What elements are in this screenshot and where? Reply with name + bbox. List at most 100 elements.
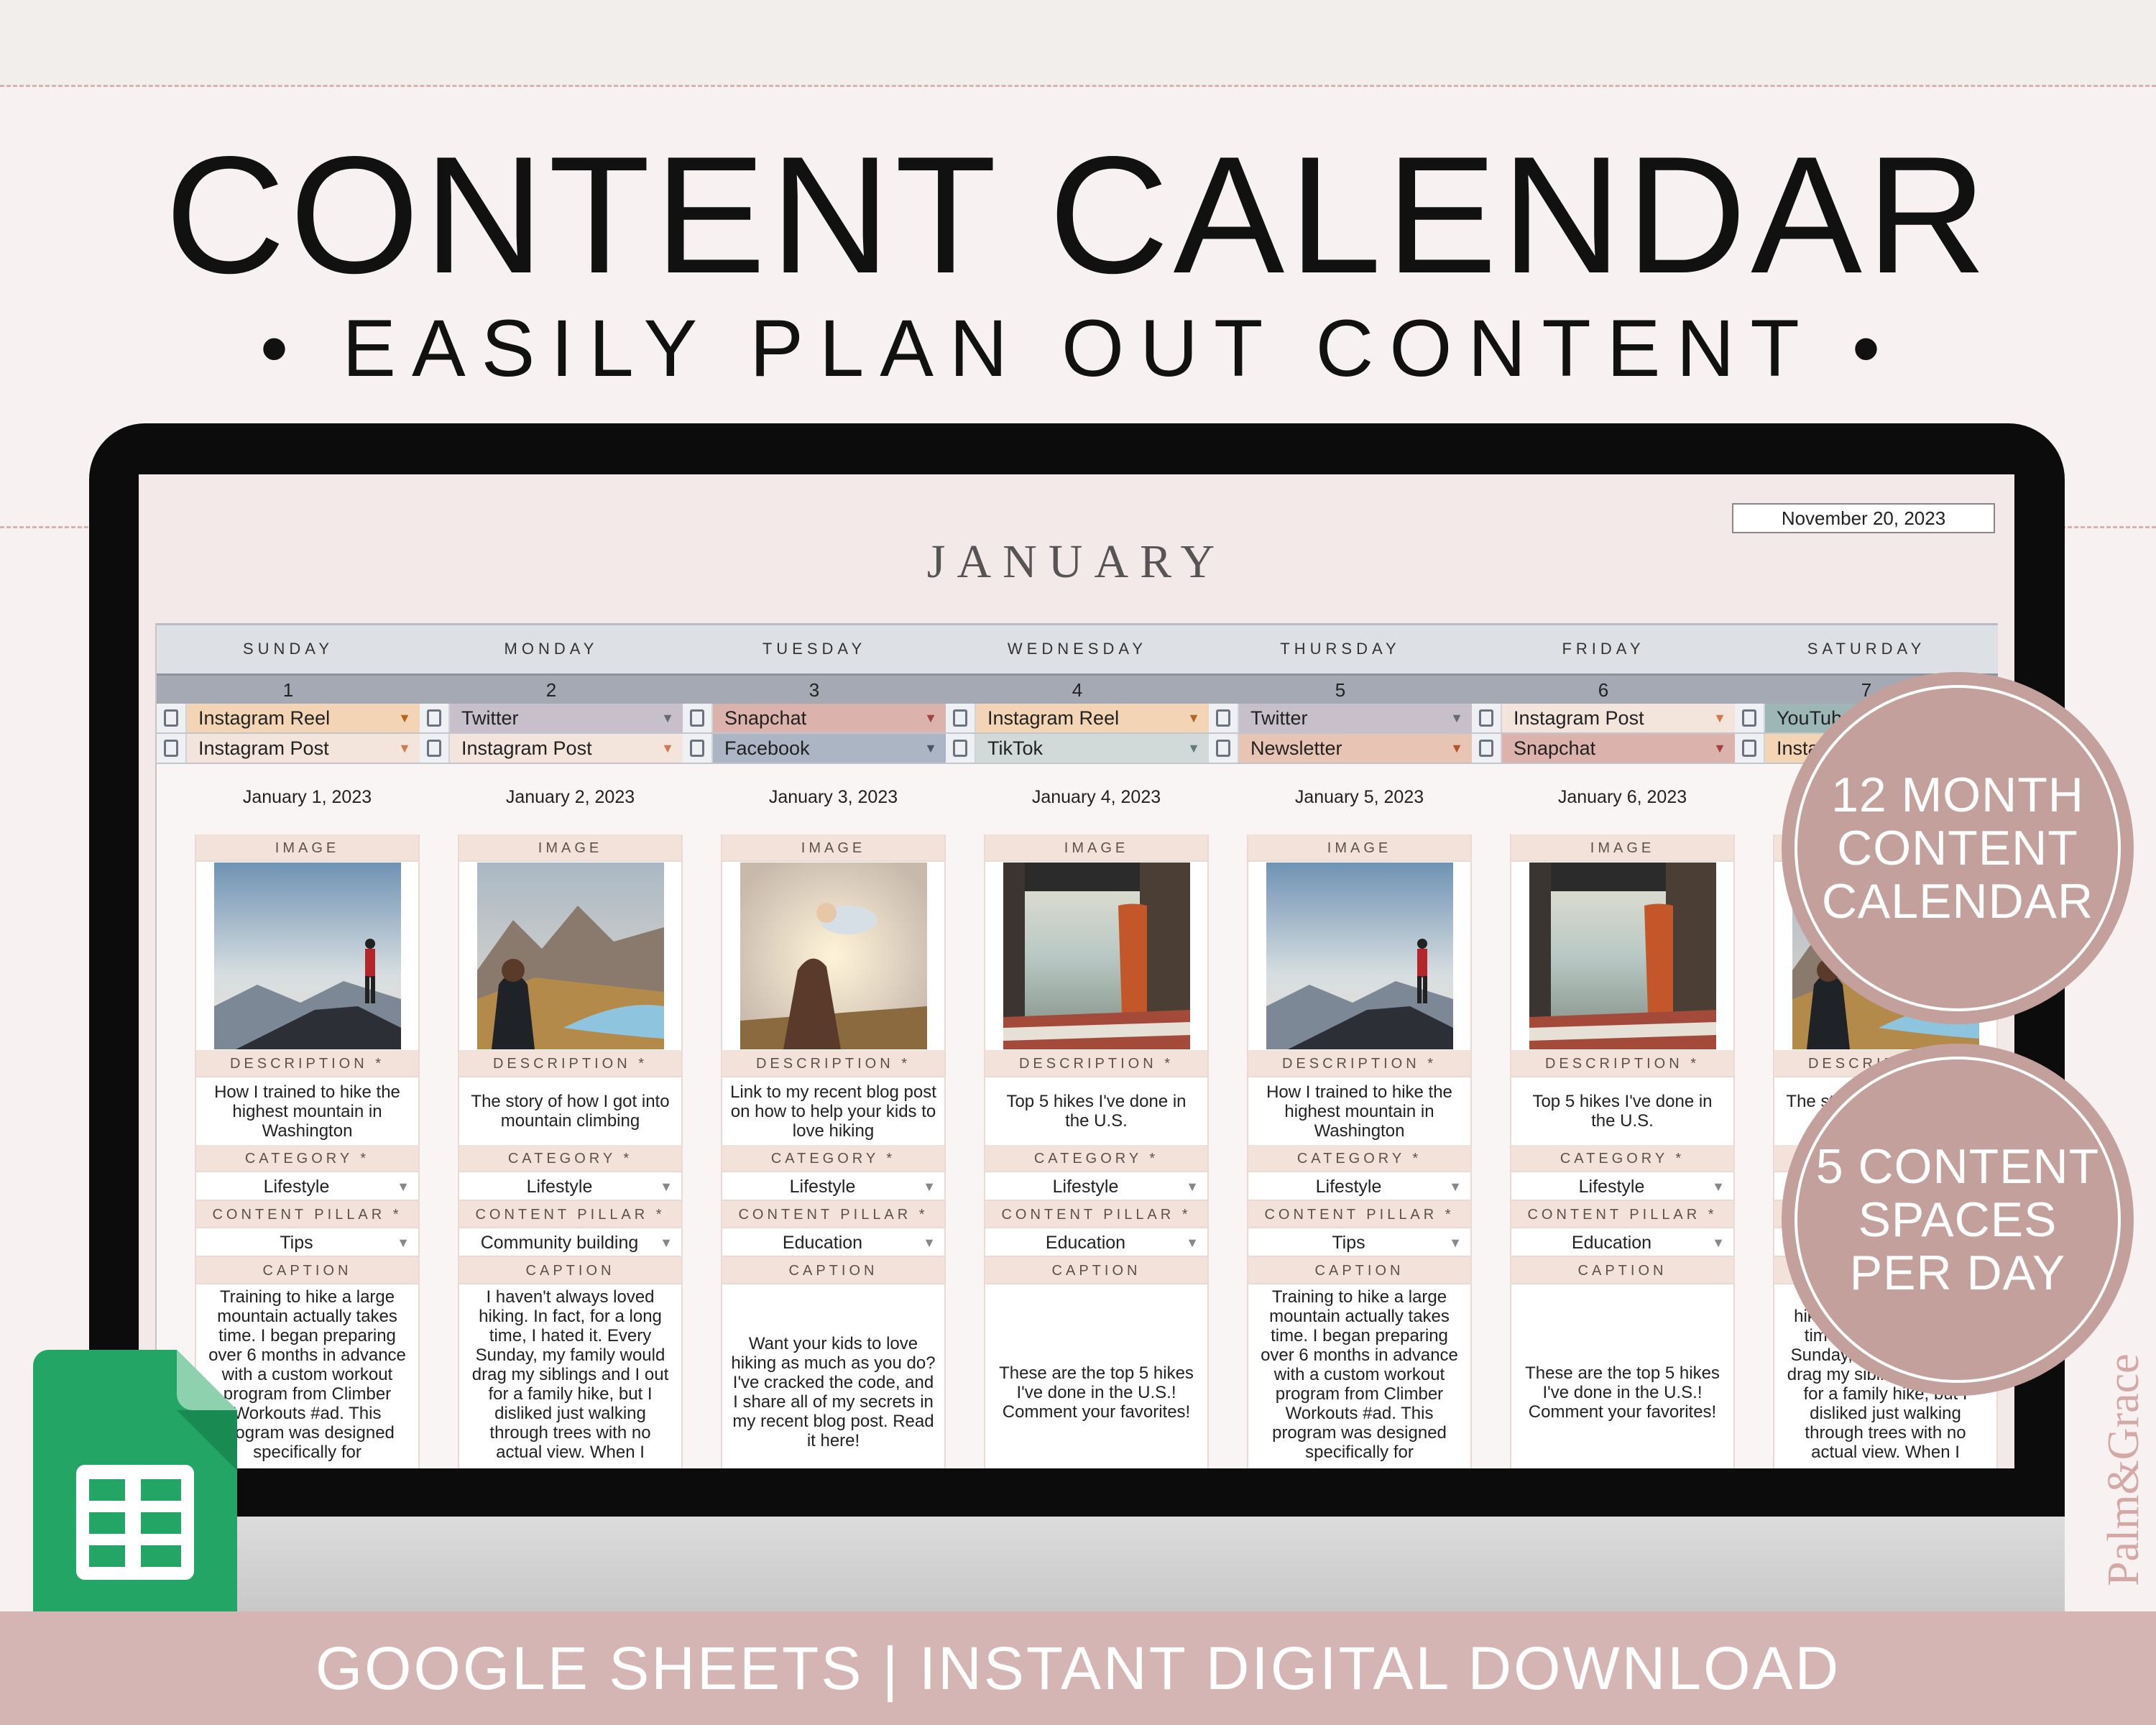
platform-dropdown[interactable]: TikTok ▼ [976, 734, 1209, 763]
caption-label: CAPTION [1248, 1257, 1470, 1284]
chevron-down-icon: ▼ [660, 1236, 673, 1250]
content-pillar-dropdown[interactable]: Community building ▼ [459, 1228, 681, 1257]
image-label: IMAGE [985, 834, 1207, 862]
platform-dropdown[interactable]: Twitter ▼ [1239, 704, 1472, 732]
post-image[interactable] [459, 862, 681, 1050]
chevron-down-icon: ▼ [923, 1236, 936, 1250]
category-dropdown[interactable]: Lifestyle ▼ [1248, 1172, 1470, 1201]
posted-checkbox[interactable] [683, 734, 713, 763]
category-dropdown[interactable]: Lifestyle ▼ [985, 1172, 1207, 1201]
posted-checkbox[interactable] [420, 734, 450, 763]
platform-dropdown[interactable]: Snapchat ▼ [713, 704, 946, 732]
pillar-value: Tips [1332, 1233, 1365, 1253]
platform-value: Instagram Post [198, 737, 329, 759]
chevron-down-icon: ▼ [1713, 711, 1726, 725]
checkbox-icon [427, 709, 441, 727]
content-pillar-dropdown[interactable]: Tips ▼ [196, 1228, 418, 1257]
platform-value: Instagram Reel [987, 707, 1120, 729]
checkbox-icon [1742, 709, 1756, 727]
platform-dropdown[interactable]: Snapchat ▼ [1502, 734, 1735, 763]
content-pillar-label: CONTENT PILLAR * [1248, 1201, 1470, 1228]
platform-dropdown[interactable]: Facebook ▼ [713, 734, 946, 763]
content-pillar-label: CONTENT PILLAR * [196, 1201, 418, 1228]
day-number: 1 [282, 679, 294, 701]
description-label: DESCRIPTION * [1248, 1050, 1470, 1077]
post-date: January 4, 2023 [1031, 787, 1161, 807]
pillar-value: Education [1045, 1233, 1126, 1253]
platform-dropdown[interactable]: Twitter ▼ [450, 704, 683, 732]
posted-checkbox[interactable] [683, 704, 713, 732]
platform-dropdown[interactable]: Newsletter ▼ [1239, 734, 1472, 763]
footer-banner: GOOGLE SHEETS | INSTANT DIGITAL DOWNLOAD [0, 1611, 2156, 1725]
posted-checkbox[interactable] [946, 734, 976, 763]
description-cell[interactable]: Link to my recent blog post on how to he… [722, 1077, 944, 1145]
category-dropdown[interactable]: Lifestyle ▼ [722, 1172, 944, 1201]
description-cell[interactable]: Top 5 hikes I've done in the U.S. [985, 1077, 1207, 1145]
category-value: Lifestyle [1052, 1177, 1119, 1197]
platform-value: TikTok [987, 737, 1044, 759]
today-date-cell[interactable]: November 20, 2023 [1732, 503, 1995, 533]
caption-cell[interactable]: These are the top 5 hikes I've done in t… [1511, 1284, 1733, 1468]
platform-dropdown[interactable]: Instagram Post ▼ [450, 734, 683, 763]
platform-value: Instagram Post [1514, 707, 1644, 729]
platform-dropdown[interactable]: Instagram Reel ▼ [187, 704, 420, 732]
content-pillar-label: CONTENT PILLAR * [459, 1201, 681, 1228]
caption-cell[interactable]: Want your kids to love hiking as much as… [722, 1284, 944, 1468]
day-number: 4 [1072, 679, 1083, 701]
content-pillar-dropdown[interactable]: Education ▼ [1511, 1228, 1733, 1257]
description-label: DESCRIPTION * [459, 1050, 681, 1077]
weekday-header: WEDNESDAY [1007, 640, 1148, 658]
posted-checkbox[interactable] [1209, 734, 1239, 763]
content-pillar-dropdown[interactable]: Tips ▼ [1248, 1228, 1470, 1257]
posted-checkbox[interactable] [1472, 734, 1502, 763]
description-cell[interactable]: The story of how I got into mountain cli… [459, 1077, 681, 1145]
badge-content-spaces: 5 CONTENT SPACES PER DAY [1782, 1044, 2134, 1396]
posted-checkbox[interactable] [157, 734, 187, 763]
platform-dropdown[interactable]: Instagram Post ▼ [187, 734, 420, 763]
description-cell[interactable]: How I trained to hike the highest mounta… [1248, 1077, 1470, 1145]
image-label: IMAGE [1511, 834, 1733, 862]
category-dropdown[interactable]: Lifestyle ▼ [196, 1172, 418, 1201]
post-image[interactable] [1248, 862, 1470, 1050]
posted-checkbox[interactable] [1209, 704, 1239, 732]
image-label: IMAGE [722, 834, 944, 862]
category-label: CATEGORY * [196, 1145, 418, 1172]
description-cell[interactable]: How I trained to hike the highest mounta… [196, 1077, 418, 1145]
content-pillar-dropdown[interactable]: Education ▼ [985, 1228, 1207, 1257]
platform-slot: Twitter ▼ [420, 704, 683, 732]
brand-watermark: Palm&Grace [2099, 1353, 2148, 1586]
weekday-header-row: SUNDAY MONDAY TUESDAY WEDNESDAY THURSDAY FRID… [157, 623, 1998, 673]
caption-cell[interactable]: I haven't always loved hiking. In fact, … [459, 1284, 681, 1468]
platform-row-2: Instagram Post ▼ Instagram Post ▼ Facebo… [157, 734, 1998, 764]
platform-dropdown[interactable]: Instagram Post ▼ [1502, 704, 1735, 732]
posted-checkbox[interactable] [1735, 734, 1765, 763]
image-label: IMAGE [459, 834, 681, 862]
platform-dropdown[interactable]: Instagram Reel ▼ [976, 704, 1209, 732]
platform-slot: Instagram Post ▼ [420, 734, 683, 763]
posted-checkbox[interactable] [420, 704, 450, 732]
posted-checkbox[interactable] [946, 704, 976, 732]
chevron-down-icon: ▼ [924, 741, 937, 755]
platform-slot: Snapchat ▼ [683, 704, 946, 732]
platform-slot: Facebook ▼ [683, 734, 946, 763]
category-dropdown[interactable]: Lifestyle ▼ [1511, 1172, 1733, 1201]
beach-van-photo [1529, 862, 1716, 1049]
post-image[interactable] [196, 862, 418, 1050]
chevron-down-icon: ▼ [1450, 741, 1463, 755]
content-pillar-dropdown[interactable]: Education ▼ [722, 1228, 944, 1257]
content-pillar-label: CONTENT PILLAR * [722, 1201, 944, 1228]
post-image[interactable] [1511, 862, 1733, 1050]
category-dropdown[interactable]: Lifestyle ▼ [459, 1172, 681, 1201]
chevron-down-icon: ▼ [1449, 1236, 1462, 1250]
divider [0, 85, 2156, 87]
caption-cell[interactable]: Training to hike a large mountain actual… [1248, 1284, 1470, 1468]
posted-checkbox[interactable] [1472, 704, 1502, 732]
description-cell[interactable]: Top 5 hikes I've done in the U.S. [1511, 1077, 1733, 1145]
post-image[interactable] [722, 862, 944, 1050]
weekday-header: THURSDAY [1280, 640, 1401, 658]
posted-checkbox[interactable] [1735, 704, 1765, 732]
caption-cell[interactable]: These are the top 5 hikes I've done in t… [985, 1284, 1207, 1468]
post-image[interactable] [985, 862, 1207, 1050]
posted-checkbox[interactable] [157, 704, 187, 732]
checkbox-icon [427, 740, 441, 757]
